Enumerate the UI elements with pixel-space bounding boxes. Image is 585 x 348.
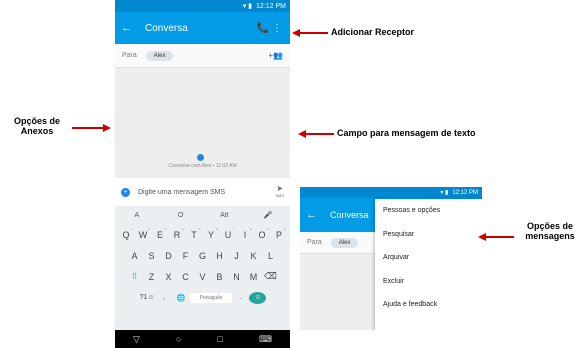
arrow-receptor [298,32,328,34]
menu-screen: ▾ ▮ 12:12 PM ← Conversa Para Alex Pessoa… [300,187,482,330]
key[interactable]: V [194,272,211,282]
arrow-campo [304,133,334,135]
key[interactable]: T5 [186,227,203,240]
message-area: Conversa com Alex • 11:03 AM [115,68,290,178]
status-bar-2: ▾ ▮ 12:12 PM [300,187,482,198]
microphone-icon[interactable]: 🎤 [246,211,290,219]
symbols-key[interactable]: ?1☺ [139,294,156,301]
comma-key[interactable]: , [156,294,173,301]
emoji-enter-icon[interactable]: ☺ [249,291,267,304]
back-arrow-icon-2[interactable]: ← [306,209,324,221]
options-menu: Pessoas e opções Pesquisar Arquivar Excl… [375,199,482,330]
backspace-key-icon[interactable]: ⌫ [262,271,279,282]
key[interactable]: S [143,251,160,261]
contact-avatar-dot [197,154,204,161]
status-icons-2: ▾ ▮ [440,190,449,196]
key[interactable]: C [177,272,194,282]
key[interactable]: O9 [254,227,271,240]
status-time-2: 12:12 PM [452,189,478,196]
add-person-icon[interactable]: +👥 [268,51,283,60]
label-mensagens-line1: Opções de [526,221,573,231]
back-nav-icon[interactable]: ▽ [133,334,140,345]
period-key[interactable]: . [232,294,249,301]
status-time: 12:12 PM [256,2,286,10]
compose-bar: + Digite uma mensagem SMS ➤ SMS [115,178,290,206]
conversation-screen: ▾ ▮ 12:12 PM ← Conversa 📞 ⋮ Para Alex +👥… [115,0,290,348]
menu-item-delete[interactable]: Excluir [375,270,482,294]
home-nav-icon[interactable]: ○ [176,334,181,344]
key-row-3: ⇧ Z X C V B N M ⌫ [115,266,290,287]
suggestion-3[interactable]: Att [203,212,247,219]
suggestion-1[interactable]: A [115,212,159,219]
label-anexos-line1: Opções de [13,116,60,126]
key[interactable]: K [245,251,262,261]
key-row-4: ?1☺ , 🌐 Português . ☺ [115,287,290,308]
menu-item-archive[interactable]: Arquivar [375,246,482,270]
menu-item-people-options[interactable]: Pessoas e opções [375,199,482,223]
key-row-1: Q1 W2 E3 R4 T5 Y6 U7 I8 O9 P0 [115,224,290,245]
app-bar: ← Conversa 📞 ⋮ [115,12,290,44]
message-input[interactable]: Digite uma mensagem SMS [138,189,275,196]
key[interactable]: B [211,272,228,282]
arrow-head-campo [298,130,306,138]
key[interactable]: Z [143,272,160,282]
key-row-2: A S D F G H J K L [115,245,290,266]
key[interactable]: J [228,251,245,261]
label-campo-mensagem: Campo para mensagem de texto [337,128,476,138]
suggestion-2[interactable]: O [159,212,203,219]
label-anexos-line2: Anexos [20,126,54,136]
more-options-icon[interactable]: ⋮ [270,23,284,34]
conversation-note: Conversa com Alex • 11:03 AM [168,163,237,169]
menu-item-help-feedback[interactable]: Ajuda e feedback [375,293,482,317]
arrow-mensagens [484,236,514,238]
keyboard: A O Att 🎤 Q1 W2 E3 R4 T5 Y6 U7 I8 O9 P0 … [115,206,290,330]
recents-nav-icon[interactable]: □ [217,334,222,344]
globe-icon[interactable]: 🌐 [173,294,190,302]
shift-key-icon[interactable]: ⇧ [126,271,143,282]
attach-plus-icon[interactable]: + [121,187,130,197]
key[interactable]: X [160,272,177,282]
label-adicionar-receptor: Adicionar Receptor [331,27,415,37]
space-bar[interactable]: Português [189,292,233,303]
menu-item-search[interactable]: Pesquisar [375,223,482,247]
key[interactable]: L [262,251,279,261]
key[interactable]: H [211,251,228,261]
key[interactable]: Y6 [203,227,220,240]
keyboard-nav-icon[interactable]: ⌨ [259,334,272,345]
key[interactable]: R4 [169,227,186,240]
to-label-2: Para [307,239,322,246]
key[interactable]: Q1 [118,227,135,240]
status-icons: ▾ ▮ [242,3,253,10]
key[interactable]: F [177,251,194,261]
arrow-head-mensagens [478,233,486,241]
arrow-head-anexos [103,124,111,132]
status-bar: ▾ ▮ 12:12 PM [115,0,290,12]
key[interactable]: D [160,251,177,261]
navigation-bar: ▽ ○ □ ⌨ [115,330,290,348]
recipient-chip[interactable]: Alex [145,50,174,61]
key[interactable]: P0 [271,227,288,240]
label-opcoes-anexos: Opções de Anexos [2,116,72,136]
phone-call-icon[interactable]: 📞 [256,23,270,34]
suggestion-strip: A O Att 🎤 [115,206,290,224]
label-opcoes-mensagens: Opções de mensagens [516,221,584,241]
key[interactable]: W2 [135,227,152,240]
label-mensagens-line2: mensagens [525,231,575,241]
key[interactable]: M [245,272,262,282]
key[interactable]: A [126,251,143,261]
key[interactable]: N [228,272,245,282]
recipient-chip-2[interactable]: Alex [330,237,359,248]
conversation-title: Conversa [145,22,188,34]
back-arrow-icon[interactable]: ← [121,22,139,34]
arrow-head-receptor [292,29,300,37]
key[interactable]: E3 [152,227,169,240]
key[interactable]: U7 [220,227,237,240]
send-sub-label: SMS [275,193,284,198]
arrow-anexos [72,127,104,129]
recipient-bar: Para Alex +👥 [115,44,290,68]
key[interactable]: I8 [237,227,254,240]
key[interactable]: G [194,251,211,261]
send-button[interactable]: ➤ SMS [275,185,284,199]
to-label: Para [122,52,137,59]
